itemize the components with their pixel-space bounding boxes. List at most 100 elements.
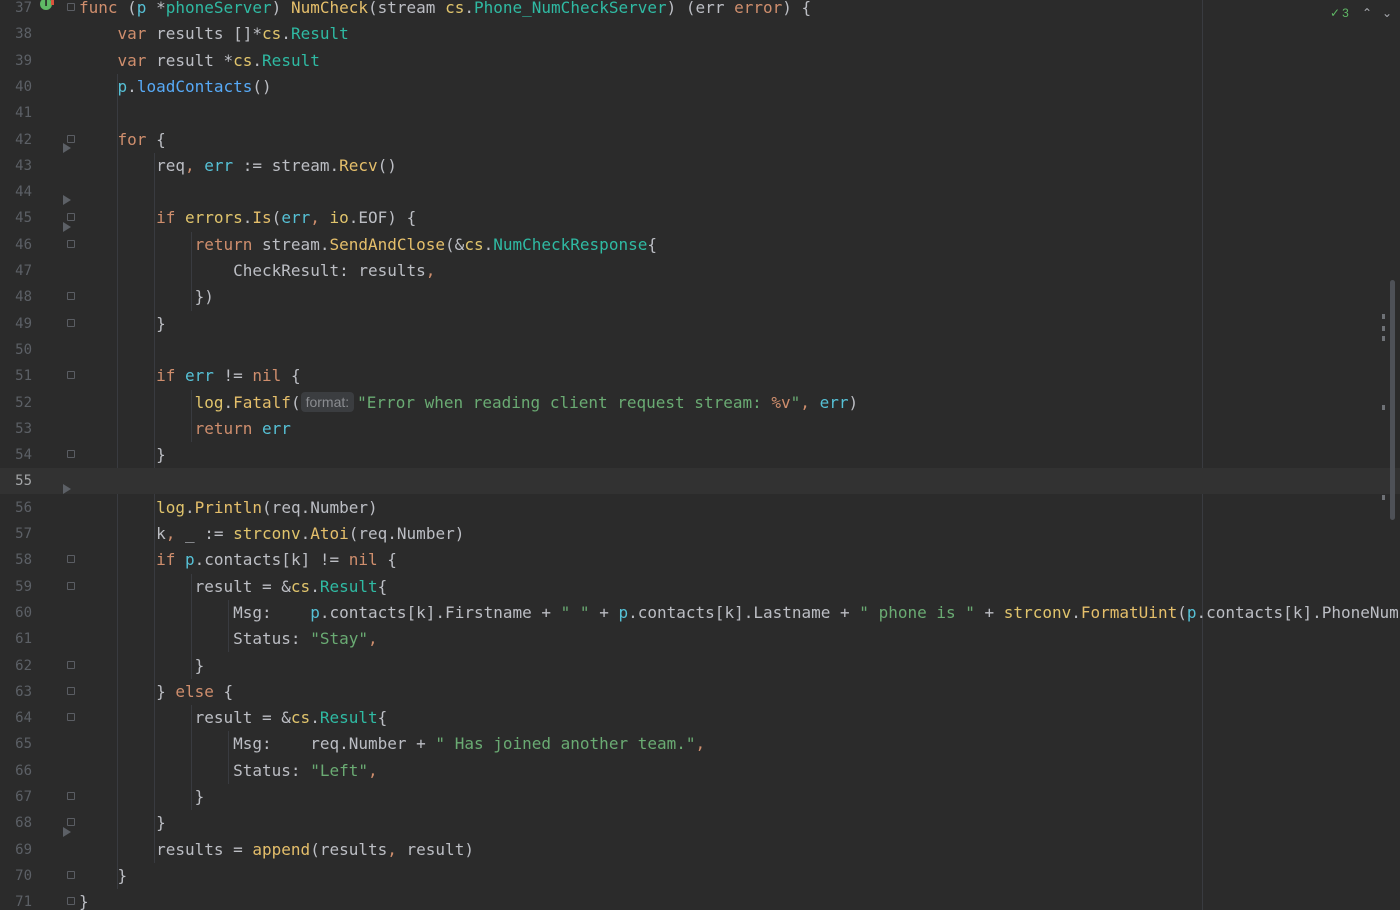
code-text[interactable]: log.Println(req.Number) [79, 495, 378, 521]
code-token: k [79, 524, 166, 543]
next-highlight-arrow-icon[interactable]: ⌄ [1380, 4, 1394, 22]
error-stripe-marker[interactable] [1382, 405, 1385, 410]
code-line[interactable]: 54 } [0, 442, 1400, 468]
code-line[interactable]: 46 return stream.SendAndClose(&cs.NumChe… [0, 232, 1400, 258]
fold-toggle-icon[interactable] [67, 870, 75, 879]
code-line[interactable]: 44 [0, 179, 1400, 205]
code-line[interactable]: 50 [0, 337, 1400, 363]
code-editor[interactable]: 37 func (p *phoneServer) NumCheck(stream … [0, 0, 1400, 910]
fold-toggle-icon[interactable] [67, 318, 75, 327]
code-line[interactable]: 64 result = &cs.Result{ [0, 705, 1400, 731]
code-line[interactable]: 53 return err [0, 416, 1400, 442]
code-line[interactable]: 65 Msg: req.Number + " Has joined anothe… [0, 731, 1400, 757]
code-line[interactable]: 39 var result *cs.Result [0, 48, 1400, 74]
code-line[interactable]: 67 } [0, 784, 1400, 810]
code-text[interactable]: } [79, 810, 166, 836]
code-text[interactable]: } [79, 653, 205, 679]
gutter-arrow-icon[interactable] [63, 484, 71, 494]
code-text[interactable]: Msg: p.contacts[k].Firstname + " " + p.c… [79, 600, 1400, 626]
code-text[interactable]: result = &cs.Result{ [79, 574, 388, 600]
code-text[interactable]: if errors.Is(err, io.EOF) { [79, 205, 416, 231]
code-line[interactable]: 69 results = append(results, result) [0, 837, 1400, 863]
code-line[interactable]: 56 log.Println(req.Number) [0, 495, 1400, 521]
code-line[interactable]: 41 [0, 100, 1400, 126]
code-text[interactable]: var results []*cs.Result [79, 21, 349, 47]
code-text[interactable]: } [79, 442, 166, 468]
fold-toggle-icon[interactable] [67, 792, 75, 800]
gutter-arrow-icon[interactable] [63, 827, 71, 837]
code-line[interactable]: 49 } [0, 311, 1400, 337]
code-text[interactable]: if p.contacts[k] != nil { [79, 547, 397, 573]
vertical-scrollbar-thumb[interactable] [1390, 280, 1395, 520]
code-text[interactable]: Status: "Left", [79, 758, 378, 784]
code-line[interactable]: 63 } else { [0, 679, 1400, 705]
code-text[interactable]: Status: "Stay", [79, 626, 378, 652]
error-stripe-marker[interactable] [1382, 314, 1385, 319]
fold-toggle-icon[interactable] [67, 213, 75, 222]
fold-toggle-icon[interactable] [67, 818, 75, 827]
code-line[interactable]: 71} [0, 889, 1400, 910]
code-line[interactable]: 59 result = &cs.Result{ [0, 574, 1400, 600]
code-text[interactable]: return err [79, 416, 291, 442]
code-text[interactable]: } [79, 311, 166, 337]
code-text[interactable]: results = append(results, result) [79, 837, 474, 863]
code-line[interactable]: 58 if p.contacts[k] != nil { [0, 547, 1400, 573]
fold-toggle-icon[interactable] [67, 371, 75, 380]
fold-toggle-icon[interactable] [67, 134, 75, 143]
code-text[interactable]: } else { [79, 679, 233, 705]
code-text[interactable]: } [79, 784, 205, 810]
code-text[interactable]: if err != nil { [79, 363, 301, 389]
gutter-arrow-icon[interactable] [63, 195, 71, 205]
code-line[interactable]: 45 if errors.Is(err, io.EOF) { [0, 205, 1400, 231]
fold-toggle-icon[interactable] [67, 581, 75, 590]
code-text[interactable]: for { [79, 127, 166, 153]
code-line[interactable]: 57 k, _ := strconv.Atoi(req.Number) [0, 521, 1400, 547]
error-stripe-marker[interactable] [1382, 326, 1385, 331]
code-text[interactable]: }) [79, 284, 214, 310]
code-line[interactable]: 61 Status: "Stay", [0, 626, 1400, 652]
fold-toggle-icon[interactable] [67, 3, 75, 11]
fold-toggle-icon[interactable] [67, 450, 75, 459]
code-text[interactable]: CheckResult: results, [79, 258, 435, 284]
fold-toggle-icon[interactable] [67, 239, 75, 248]
code-text[interactable]: } [79, 889, 89, 910]
code-text[interactable]: } [79, 863, 128, 889]
code-text[interactable]: k, _ := strconv.Atoi(req.Number) [79, 521, 464, 547]
code-line[interactable]: 62 } [0, 653, 1400, 679]
code-line[interactable]: 47 CheckResult: results, [0, 258, 1400, 284]
fold-toggle-icon[interactable] [67, 555, 75, 564]
fold-toggle-icon[interactable] [67, 713, 75, 722]
code-line[interactable]: 68 } [0, 810, 1400, 836]
fold-toggle-icon[interactable] [67, 897, 75, 906]
code-line[interactable]: 70 } [0, 863, 1400, 889]
error-stripe-marker[interactable] [1382, 336, 1385, 341]
code-line[interactable]: 43 req, err := stream.Recv() [0, 153, 1400, 179]
code-token: return [194, 234, 253, 254]
code-line[interactable]: 51 if err != nil { [0, 363, 1400, 389]
gutter-arrow-icon[interactable] [63, 143, 71, 153]
code-line[interactable]: 37 func (p *phoneServer) NumCheck(stream … [0, 0, 1400, 21]
fold-toggle-icon[interactable] [67, 660, 75, 669]
code-line[interactable]: 48 }) [0, 284, 1400, 310]
code-text[interactable]: var result *cs.Result [79, 48, 320, 74]
code-line[interactable]: 52 log.Fatalf(format: "Error when reading… [0, 390, 1400, 416]
inspection-widget[interactable]: ✓ 3 [1330, 4, 1349, 22]
fold-toggle-icon[interactable] [67, 686, 75, 695]
code-line[interactable]: 38 var results []*cs.Result [0, 21, 1400, 47]
gutter-arrow-icon[interactable] [63, 222, 71, 232]
code-text[interactable]: Msg: req.Number + " Has joined another t… [79, 731, 705, 757]
error-stripe-marker[interactable] [1382, 495, 1385, 500]
code-text[interactable]: return stream.SendAndClose(&cs.NumCheckR… [79, 232, 657, 258]
code-line[interactable]: 66 Status: "Left", [0, 758, 1400, 784]
fold-toggle-icon[interactable] [67, 292, 75, 301]
code-text[interactable]: log.Fatalf(format: "Error when reading cl… [79, 390, 858, 416]
code-line[interactable]: 60 Msg: p.contacts[k].Firstname + " " + … [0, 600, 1400, 626]
code-line[interactable]: 55 [0, 468, 1400, 495]
code-text[interactable]: p.loadContacts() [79, 74, 272, 100]
code-text[interactable]: result = &cs.Result{ [79, 705, 388, 731]
code-text[interactable]: func (p *phoneServer) NumCheck(stream cs… [79, 0, 811, 21]
code-text[interactable]: req, err := stream.Recv() [79, 153, 397, 179]
code-line[interactable]: 42 for { [0, 127, 1400, 153]
previous-highlight-arrow-icon[interactable]: ⌃ [1360, 4, 1374, 22]
code-line[interactable]: 40 p.loadContacts() [0, 74, 1400, 100]
